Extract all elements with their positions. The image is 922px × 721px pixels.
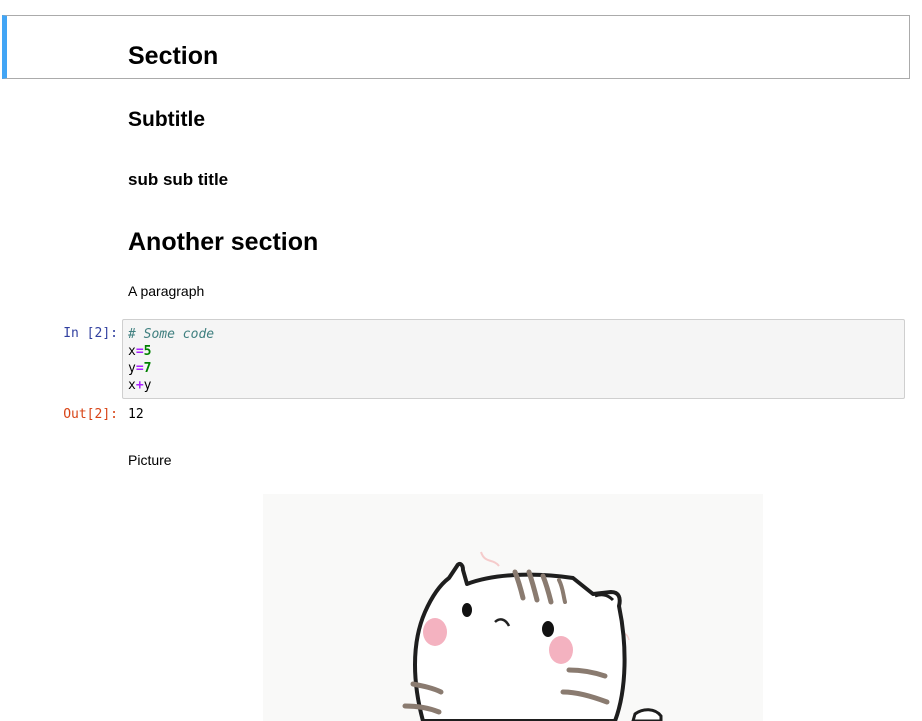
section-heading: Section [128, 42, 219, 70]
output-prompt: Out[2]: [63, 407, 118, 422]
cat-sketch-icon [402, 551, 663, 721]
subsubtitle-heading: sub sub title [128, 170, 229, 189]
code-line-4: x+y [128, 377, 899, 394]
subtitle-heading: Subtitle [128, 108, 205, 131]
code-editor[interactable]: # Some code x=5 y=7 x+y [122, 319, 905, 399]
code-number: 5 [143, 344, 152, 359]
code-comment: # Some code [128, 327, 215, 342]
input-prompt: In [2]: [63, 326, 118, 341]
code-token: y [143, 378, 152, 393]
code-operator: + [135, 378, 144, 393]
code-token: x [128, 344, 136, 359]
paragraph-text: A paragraph [128, 283, 205, 299]
code-token: y [128, 361, 136, 376]
code-line-3: y=7 [128, 360, 899, 377]
code-line-1: # Some code [128, 326, 899, 343]
picture-label: Picture [128, 452, 172, 468]
code-operator: = [135, 361, 144, 376]
another-section-heading: Another section [128, 228, 319, 256]
code-line-2: x=5 [128, 343, 899, 360]
cat-picture [263, 494, 763, 721]
notebook: Section Subtitle sub sub title Another s… [0, 0, 922, 721]
output-value: 12 [128, 407, 144, 422]
code-number: 7 [143, 361, 152, 376]
code-operator: = [135, 344, 144, 359]
code-token: x [128, 378, 136, 393]
